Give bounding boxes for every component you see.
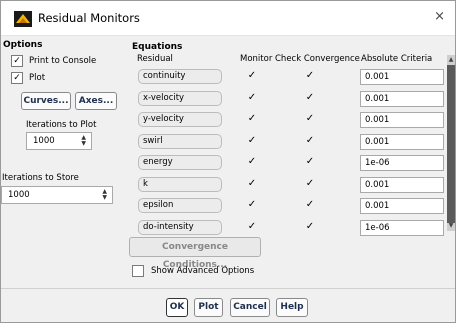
options-panel: Options ✓ Print to Console ✓ Plot Curves…	[1, 36, 122, 286]
plot-button[interactable]: Plot	[194, 298, 223, 317]
residual-name: do-intensity	[138, 220, 222, 235]
absolute-criteria-header: Absolute Criteria	[361, 54, 433, 64]
equations-title: Equations	[132, 42, 183, 52]
absolute-criteria-input[interactable]: 0.001	[360, 198, 444, 214]
window-title: Residual Monitors	[38, 11, 140, 25]
cancel-button[interactable]: Cancel	[230, 298, 270, 317]
show-advanced-options-label: Show Advanced Options	[151, 266, 255, 276]
monitor-checkbox[interactable]: ✓	[246, 113, 258, 125]
scroll-up-icon[interactable]: ▲	[447, 55, 455, 65]
absolute-criteria-input[interactable]: 0.001	[360, 91, 444, 107]
curves-button[interactable]: Curves...	[21, 92, 71, 110]
monitor-header: Monitor	[240, 54, 273, 64]
equations-scrollbar[interactable]: ▲ ▼	[447, 55, 455, 231]
options-title: Options	[3, 40, 43, 50]
iterations-to-plot-label: Iterations to Plot	[26, 120, 97, 130]
fluent-app-icon	[14, 11, 32, 27]
monitor-checkbox[interactable]: ✓	[246, 70, 258, 82]
footer-separator	[1, 288, 455, 289]
title-bar: Residual Monitors ×	[1, 1, 455, 35]
residual-name: epsilon	[138, 198, 222, 213]
iterations-to-store-label: Iterations to Store	[2, 173, 79, 183]
check-convergence-checkbox[interactable]: ✓	[304, 178, 316, 190]
spinner-arrows-icon[interactable]: ▲ ▼	[81, 135, 86, 147]
ok-button[interactable]: OK	[166, 298, 188, 317]
residual-name: x-velocity	[138, 91, 222, 106]
dialog-body: Options ✓ Print to Console ✓ Plot Curves…	[1, 36, 455, 322]
check-convergence-checkbox[interactable]: ✓	[304, 135, 316, 147]
print-to-console-checkbox[interactable]: ✓	[11, 55, 23, 67]
axes-button[interactable]: Axes...	[75, 92, 117, 110]
iterations-to-plot-value: 1000	[33, 136, 55, 146]
spinner-arrows-icon[interactable]: ▲ ▼	[102, 189, 107, 201]
absolute-criteria-input[interactable]: 1e-06	[360, 220, 444, 236]
iterations-to-plot-spinner[interactable]: 1000 ▲ ▼	[26, 132, 92, 150]
absolute-criteria-input[interactable]: 0.001	[360, 112, 444, 128]
absolute-criteria-input[interactable]: 0.001	[360, 69, 444, 85]
check-convergence-checkbox[interactable]: ✓	[304, 199, 316, 211]
scroll-down-icon[interactable]: ▼	[447, 221, 455, 231]
residual-name: continuity	[138, 69, 222, 84]
monitor-checkbox[interactable]: ✓	[246, 92, 258, 104]
show-advanced-options-checkbox[interactable]	[132, 265, 144, 277]
absolute-criteria-input[interactable]: 1e-06	[360, 155, 444, 171]
close-icon[interactable]: ×	[434, 9, 445, 24]
residual-header: Residual	[137, 54, 173, 64]
check-convergence-checkbox[interactable]: ✓	[304, 70, 316, 82]
absolute-criteria-input[interactable]: 0.001	[360, 134, 444, 150]
residual-name: swirl	[138, 134, 222, 149]
check-convergence-header: Check Convergence	[275, 54, 360, 64]
monitor-checkbox[interactable]: ✓	[246, 135, 258, 147]
show-advanced-options-row[interactable]: Show Advanced Options	[132, 265, 254, 277]
check-convergence-checkbox[interactable]: ✓	[304, 156, 316, 168]
iterations-to-store-spinner[interactable]: 1000 ▲ ▼	[1, 186, 113, 204]
plot-checkbox[interactable]: ✓	[11, 72, 23, 84]
check-convergence-checkbox[interactable]: ✓	[304, 113, 316, 125]
residual-name: k	[138, 177, 222, 192]
iterations-to-store-value: 1000	[8, 190, 30, 200]
convergence-conditions-button[interactable]: Convergence Conditions...	[129, 237, 261, 270]
monitor-checkbox[interactable]: ✓	[246, 156, 258, 168]
plot-label: Plot	[29, 73, 46, 83]
monitor-checkbox[interactable]: ✓	[246, 178, 258, 190]
check-convergence-checkbox[interactable]: ✓	[304, 221, 316, 233]
print-to-console-label: Print to Console	[29, 56, 97, 66]
scrollbar-thumb[interactable]	[447, 65, 455, 223]
help-button[interactable]: Help	[276, 298, 308, 317]
residual-monitors-dialog: Residual Monitors × Options ✓ Print to C…	[0, 0, 456, 323]
print-to-console-row[interactable]: ✓ Print to Console	[11, 55, 96, 67]
plot-row[interactable]: ✓ Plot	[11, 72, 45, 84]
residual-name: energy	[138, 155, 222, 170]
residual-name: y-velocity	[138, 112, 222, 127]
monitor-checkbox[interactable]: ✓	[246, 221, 258, 233]
monitor-checkbox[interactable]: ✓	[246, 199, 258, 211]
absolute-criteria-input[interactable]: 0.001	[360, 177, 444, 193]
check-convergence-checkbox[interactable]: ✓	[304, 92, 316, 104]
